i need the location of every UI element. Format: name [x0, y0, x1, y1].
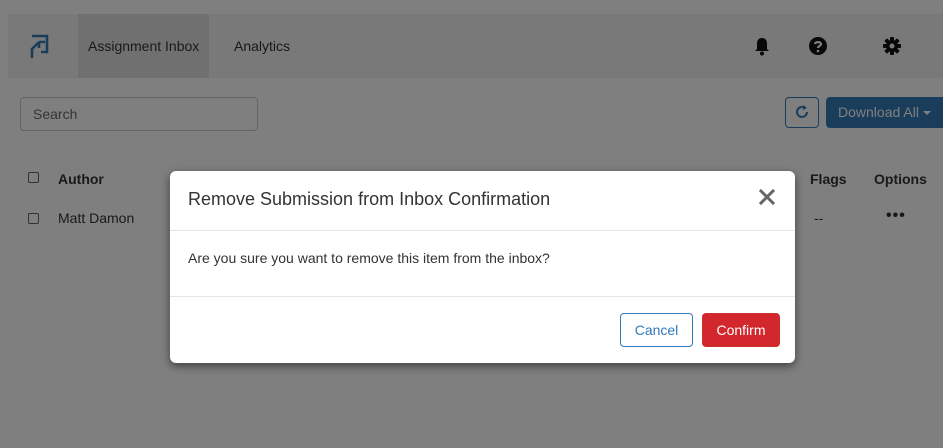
- modal-body: Are you sure you want to remove this ite…: [170, 231, 795, 297]
- close-icon[interactable]: [759, 189, 775, 205]
- modal-title: Remove Submission from Inbox Confirmatio…: [188, 189, 551, 209]
- confirm-button[interactable]: Confirm: [702, 313, 780, 347]
- cancel-button[interactable]: Cancel: [620, 313, 693, 347]
- remove-confirmation-dialog: Remove Submission from Inbox Confirmatio…: [170, 171, 795, 363]
- modal-header: Remove Submission from Inbox Confirmatio…: [170, 171, 795, 231]
- modal-message: Are you sure you want to remove this ite…: [188, 250, 550, 266]
